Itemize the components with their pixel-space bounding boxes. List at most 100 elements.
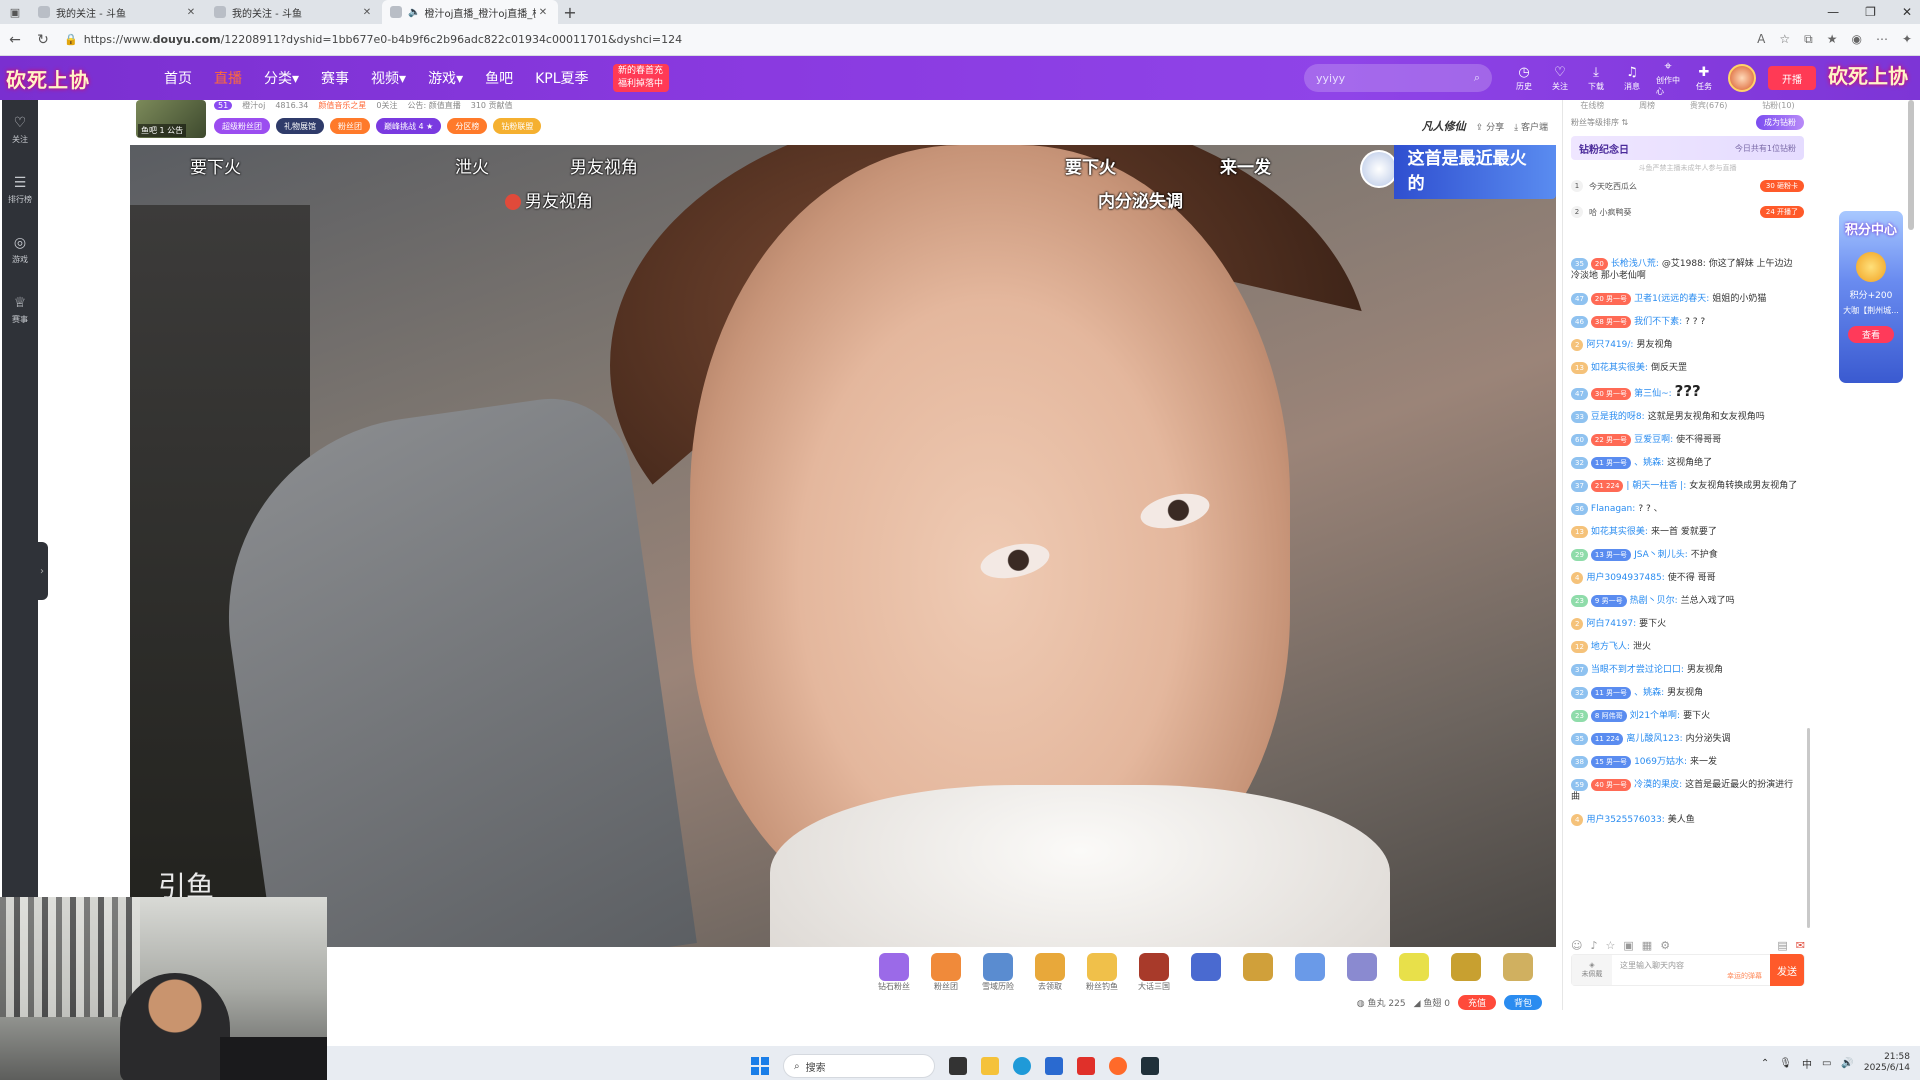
sound-icon[interactable]: ♪	[1590, 939, 1597, 952]
gift-item[interactable]: 雪域历险	[974, 953, 1022, 993]
windows-start-icon[interactable]	[751, 1057, 769, 1075]
read-aloud-icon[interactable]: A	[1757, 32, 1765, 47]
sidebar-collapse-toggle[interactable]: ›	[36, 542, 48, 600]
task-view-icon[interactable]	[949, 1057, 967, 1075]
browser-tab-3-active[interactable]: 🔈 橙汁oj直播_橙汁oj直播_橙汁 ✕	[382, 0, 558, 24]
network-icon[interactable]: ▭	[1822, 1058, 1831, 1069]
video-player[interactable]: 要下火 泄火 男友视角 男友视角 要下火 来一发 内分泌失调 这首是最近最火的 …	[130, 145, 1556, 947]
gift-item[interactable]	[1234, 953, 1282, 993]
chat-message[interactable]: 23 9 男一号 热剧丶贝尔: 兰总入戏了吗	[1571, 595, 1799, 607]
lucky-danmu-tip[interactable]: 幸运的弹幕	[1620, 971, 1762, 981]
search-input[interactable]: yyiyy ⌕	[1304, 64, 1492, 92]
chat-message[interactable]: 35 20 长枪浅八荒: @艾1988: 你这了解妹 上午边边冷淡地 那小老仙啊	[1571, 258, 1799, 282]
new-tab-button[interactable]: +	[558, 3, 582, 22]
gift-item[interactable]	[1182, 953, 1230, 993]
chat-message[interactable]: 60 22 男一号 豆爱豆啊: 使不得哥哥	[1571, 434, 1799, 446]
chat-nickname[interactable]: 长枪浅八荒:	[1611, 259, 1659, 269]
profile-icon[interactable]: ◉	[1851, 32, 1861, 47]
copilot-icon[interactable]: ✦	[1902, 32, 1912, 47]
browser-tab-2[interactable]: 我的关注 - 斗鱼 ✕	[206, 0, 382, 24]
fan-level-sort[interactable]: 粉丝等级排序 ⇅	[1571, 117, 1628, 128]
store-icon[interactable]	[1045, 1057, 1063, 1075]
sidebar-item-esports[interactable]: ♕ 赛事	[2, 280, 38, 340]
close-tab-icon[interactable]: ✕	[536, 7, 550, 18]
message-button[interactable]: ♫ 消息	[1620, 65, 1644, 92]
chat-message[interactable]: 36 Flanagan:? ? 、	[1571, 503, 1799, 515]
volume-icon[interactable]: 🔊	[1841, 1058, 1853, 1069]
chat-nickname[interactable]: 豆爱豆啊:	[1634, 435, 1673, 445]
anchor-yuba-tag[interactable]: 鱼吧 1 公告	[138, 124, 187, 137]
chat-message[interactable]: 35 11 224 离儿酸风123: 内分泌失调	[1571, 733, 1799, 745]
chat-message[interactable]: 4 用户3525576033: 美人鱼	[1571, 814, 1799, 826]
chat-nickname[interactable]: 热剧丶贝尔:	[1630, 596, 1678, 606]
clock[interactable]: 21:58 2025/6/14	[1864, 1052, 1910, 1074]
room-badge[interactable]: 分区榜	[447, 118, 488, 134]
diamond-anniversary-banner[interactable]: 钻粉纪念日 今日共有1位钻粉	[1571, 136, 1804, 160]
nav-category[interactable]: 分类▾	[264, 68, 299, 88]
gift-item[interactable]	[1390, 953, 1438, 993]
chat-message[interactable]: 47 20 男一号 卫者1(远远的春天: 姐姐的小奶猫	[1571, 293, 1799, 305]
room-badge[interactable]: 巅峰挑战 4 ★	[376, 118, 442, 134]
close-window-icon[interactable]: ✕	[1902, 5, 1912, 19]
nav-live[interactable]: 直播	[214, 68, 242, 88]
user-avatar[interactable]	[1728, 64, 1756, 92]
chat-nickname[interactable]: 冷漠的果皮:	[1634, 780, 1682, 790]
chat-message[interactable]: 29 13 男一号 JSA丶刺儿头: 不护食	[1571, 549, 1799, 561]
recharge-button[interactable]: 充值	[1457, 995, 1496, 1010]
nav-esports[interactable]: 赛事	[321, 68, 349, 88]
room-badge[interactable]: 粉丝团	[330, 118, 370, 134]
tab-actions-icon[interactable]: ▣	[0, 6, 30, 19]
chat-nickname[interactable]: 用户3525576033:	[1586, 815, 1664, 825]
menu-icon[interactable]: ▤	[1777, 939, 1787, 952]
url-field[interactable]: 🔒 https://www. douyu.com/12208911?dyshid=…	[64, 29, 1743, 51]
tab-online-rank[interactable]: 在线榜	[1580, 100, 1604, 112]
sidebar-item-games[interactable]: ◎ 游戏	[2, 220, 38, 280]
edge-browser-icon[interactable]	[1013, 1057, 1031, 1075]
favorites-icon[interactable]: ★	[1827, 32, 1838, 47]
chat-message[interactable]: 47 30 男一号 第三仙~:???	[1571, 384, 1799, 400]
fan-badge[interactable]: 9 男一号	[1590, 595, 1627, 607]
file-explorer-icon[interactable]	[981, 1057, 999, 1075]
chat-nickname[interactable]: 刘21个单啊:	[1630, 711, 1681, 721]
taskbar-search[interactable]: ⌕ 搜索	[783, 1054, 935, 1078]
fan-badge[interactable]: 20	[1590, 258, 1608, 270]
room-badge[interactable]: 超级粉丝团	[214, 118, 270, 134]
chat-nickname[interactable]: 第三仙~:	[1634, 389, 1672, 399]
chat-message[interactable]: 37 当眼不到才尝过论口口: 男友视角	[1571, 664, 1799, 676]
browser-tab-1[interactable]: 我的关注 - 斗鱼 ✕	[30, 0, 206, 24]
page-scrollbar[interactable]	[1908, 100, 1914, 230]
fan-badge[interactable]: 22 男一号	[1590, 434, 1632, 446]
chat-nickname[interactable]: 如花其实很美:	[1591, 363, 1648, 373]
grid-icon[interactable]: ▦	[1642, 939, 1652, 952]
chat-message[interactable]: 37 21 224 | 朝天一柱香 |: 女友视角转换成男友视角了	[1571, 480, 1799, 492]
chat-message[interactable]: 2 阿白74197: 要下火	[1571, 618, 1799, 630]
fan-badge[interactable]: 30 男一号	[1590, 388, 1632, 400]
task-button[interactable]: ✚ 任务	[1692, 65, 1716, 92]
gift-item[interactable]: 粉丝团	[922, 953, 970, 993]
chat-nickname[interactable]: 、姚森:	[1634, 458, 1664, 468]
emoji-icon[interactable]: ☺	[1571, 939, 1582, 952]
promo-badge[interactable]: 新的春首充 福利掉落中	[612, 64, 669, 92]
chat-message[interactable]: 59 40 男一号 冷漠的果皮: 这首是最近最火的扮演进行曲	[1571, 779, 1799, 803]
chat-nickname[interactable]: 、姚森:	[1634, 688, 1664, 698]
nav-video[interactable]: 视频▾	[371, 68, 406, 88]
chat-message[interactable]: 23 8 阿伟哥 刘21个单啊: 要下火	[1571, 710, 1799, 722]
tab-weekly-rank[interactable]: 周榜	[1639, 100, 1655, 112]
more-menu-icon[interactable]: ⋯	[1876, 32, 1888, 47]
back-icon[interactable]: ←	[8, 32, 22, 48]
red-envelope-icon[interactable]: ✉	[1796, 939, 1805, 952]
fan-badge[interactable]: 11 224	[1590, 733, 1624, 745]
chat-nickname[interactable]: | 朝天一柱香 |:	[1626, 481, 1686, 491]
gift-item[interactable]	[1442, 953, 1490, 993]
anchor-name[interactable]: 橙汁oj	[242, 100, 265, 111]
rank-row[interactable]: 1 今天吃西瓜么 30 砸粉卡	[1563, 173, 1812, 199]
fan-badge[interactable]: 13 男一号	[1590, 549, 1632, 561]
gift-item[interactable]: 粉丝钓鱼	[1078, 953, 1126, 993]
follow-button[interactable]: ♡ 关注	[1548, 65, 1572, 92]
points-center-promo[interactable]: 积分中心 积分+200 大咖【荆州城... 查看	[1838, 210, 1904, 384]
refresh-icon[interactable]: ↻	[36, 32, 50, 48]
close-tab-icon[interactable]: ✕	[360, 7, 374, 18]
microphone-icon[interactable]: 🎙	[1779, 1058, 1792, 1069]
gift-item[interactable]: 大话三国	[1130, 953, 1178, 993]
gift-item[interactable]	[1286, 953, 1334, 993]
